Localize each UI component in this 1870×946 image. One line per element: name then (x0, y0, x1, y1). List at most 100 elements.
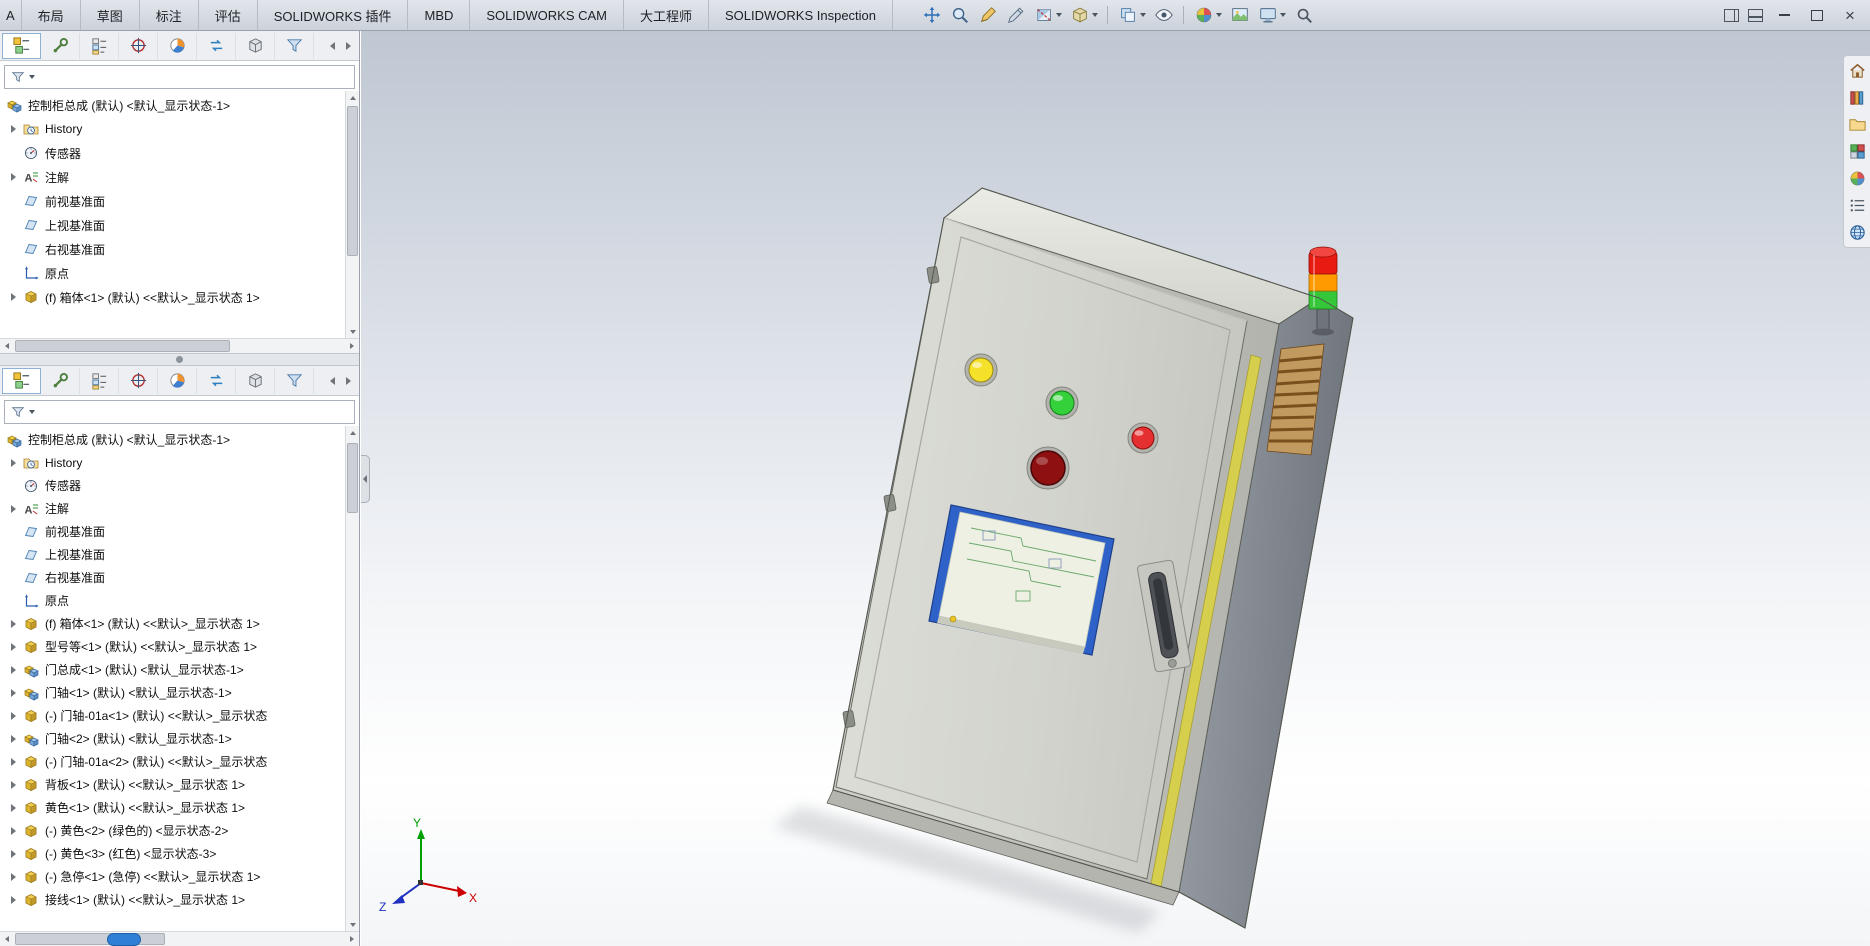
expand-arrow-icon[interactable] (11, 757, 16, 766)
tree-row[interactable]: History (0, 451, 345, 474)
panel-tab[interactable] (275, 32, 314, 59)
commandmanager-tab[interactable]: SOLIDWORKS 插件 (258, 0, 409, 30)
emergency-stop-button[interactable] (1026, 446, 1070, 490)
toolbar-button[interactable] (1151, 3, 1185, 27)
commandmanager-tab[interactable]: SOLIDWORKS Inspection (709, 0, 894, 30)
expand-arrow-icon[interactable] (11, 125, 16, 133)
toolbar-button[interactable] (1291, 3, 1317, 27)
tree-row[interactable]: History (0, 117, 345, 141)
task-pane-tab[interactable] (1848, 169, 1867, 188)
toolbar-button[interactable] (1191, 3, 1225, 27)
tree-row[interactable]: 门轴<2> (默认) <默认_显示状态-1> (0, 727, 345, 750)
expand-arrow-icon[interactable] (11, 849, 16, 858)
panel-tab[interactable] (80, 367, 119, 394)
tab-scroll-right-icon[interactable] (341, 372, 355, 390)
close-button[interactable] (1835, 3, 1865, 27)
panel-tab[interactable] (119, 32, 158, 59)
dropdown-caret-icon[interactable] (1056, 13, 1063, 17)
panel-tab[interactable] (197, 367, 236, 394)
scroll-thumb[interactable] (347, 106, 358, 256)
task-pane-tab[interactable] (1848, 115, 1867, 134)
horizontal-scrollbar[interactable] (0, 931, 359, 946)
tree-row[interactable]: 右视基准面 (0, 237, 345, 261)
tree-row[interactable]: 接线<1> (默认) <<默认>_显示状态 1> (0, 888, 345, 911)
panel-tab[interactable] (2, 367, 41, 394)
scroll-down-icon[interactable] (346, 918, 359, 931)
task-pane-tab[interactable] (1848, 196, 1867, 215)
tab-scroll-left-icon[interactable] (325, 372, 339, 390)
pane-split-icon[interactable] (1748, 8, 1763, 22)
expand-arrow-icon[interactable] (11, 734, 16, 743)
toolbar-button[interactable] (1115, 3, 1149, 27)
expand-arrow-icon[interactable] (11, 619, 16, 628)
scroll-right-icon[interactable] (345, 339, 359, 353)
scroll-left-icon[interactable] (0, 339, 14, 353)
panel-tab[interactable] (275, 367, 314, 394)
expand-arrow-icon[interactable] (11, 642, 16, 651)
tree-row[interactable]: A 注解 (0, 497, 345, 520)
scroll-up-icon[interactable] (346, 426, 359, 439)
toolbar-button[interactable] (1227, 3, 1253, 27)
expand-arrow-icon[interactable] (11, 780, 16, 789)
tree-row[interactable]: 右视基准面 (0, 566, 345, 589)
scroll-indicator[interactable] (107, 933, 141, 946)
toolbar-button[interactable] (947, 3, 973, 27)
expand-arrow-icon[interactable] (11, 872, 16, 881)
toolbar-button[interactable] (1031, 3, 1065, 27)
task-pane-tab[interactable] (1848, 223, 1867, 242)
dropdown-caret-icon[interactable] (1140, 13, 1147, 17)
expand-arrow-icon[interactable] (11, 504, 16, 513)
tree-row[interactable]: (-) 门轴-01a<1> (默认) <<默认>_显示状态 (0, 704, 345, 727)
scroll-thumb[interactable] (15, 340, 230, 352)
graphics-area[interactable]: Y X Z (361, 31, 1870, 946)
panel-tab[interactable] (158, 367, 197, 394)
button-green[interactable] (1045, 386, 1079, 420)
scroll-left-icon[interactable] (0, 932, 14, 946)
panel-tab[interactable] (158, 32, 197, 59)
panel-tab[interactable] (80, 32, 119, 59)
tree-row[interactable]: 前视基准面 (0, 520, 345, 543)
toolbar-button[interactable] (975, 3, 1001, 27)
task-pane-tab[interactable] (1848, 88, 1867, 107)
pane-layout-icon[interactable] (1724, 8, 1739, 22)
toolbar-button[interactable] (1003, 3, 1029, 27)
scroll-up-icon[interactable] (346, 91, 359, 104)
tree-row[interactable]: (-) 门轴-01a<2> (默认) <<默认>_显示状态 (0, 750, 345, 773)
dropdown-caret-icon[interactable] (1280, 13, 1287, 17)
vertical-scrollbar[interactable] (345, 91, 359, 338)
tree-row[interactable]: 背板<1> (默认) <<默认>_显示状态 1> (0, 773, 345, 796)
expand-arrow-icon[interactable] (11, 711, 16, 720)
minimize-button[interactable] (1769, 3, 1799, 27)
toolbar-button[interactable] (1067, 3, 1109, 27)
tree-row[interactable]: (-) 急停<1> (急停) <<默认>_显示状态 1> (0, 865, 345, 888)
button-yellow[interactable] (964, 353, 998, 387)
toolbar-button[interactable] (1255, 3, 1289, 27)
expand-arrow-icon[interactable] (11, 173, 16, 181)
panel-splitter[interactable] (0, 353, 359, 366)
tree-row[interactable]: 原点 (0, 261, 345, 285)
panel-tab[interactable] (41, 367, 80, 394)
expand-arrow-icon[interactable] (11, 895, 16, 904)
tree-row[interactable]: 黄色<1> (默认) <<默认>_显示状态 1> (0, 796, 345, 819)
tree-row[interactable]: (f) 箱体<1> (默认) <<默认>_显示状态 1> (0, 285, 345, 309)
commandmanager-tab[interactable]: SOLIDWORKS CAM (470, 0, 624, 30)
tree-row[interactable]: 控制柜总成 (默认) <默认_显示状态-1> (0, 93, 345, 117)
expand-arrow-icon[interactable] (11, 665, 16, 674)
panel-tab[interactable] (119, 367, 158, 394)
commandmanager-tab[interactable]: 草图 (81, 0, 140, 30)
vertical-scrollbar[interactable] (345, 426, 359, 931)
scroll-thumb[interactable] (347, 443, 358, 513)
tree-row[interactable]: (f) 箱体<1> (默认) <<默认>_显示状态 1> (0, 612, 345, 635)
tree-row[interactable]: 门轴<1> (默认) <默认_显示状态-1> (0, 681, 345, 704)
tree-row[interactable]: 门总成<1> (默认) <默认_显示状态-1> (0, 658, 345, 681)
tree-row[interactable]: 传感器 (0, 141, 345, 165)
scroll-thumb[interactable] (15, 933, 165, 945)
tab-scroll-left-icon[interactable] (325, 37, 339, 55)
commandmanager-tab[interactable]: 布局 (22, 0, 81, 30)
button-red[interactable] (1127, 422, 1159, 454)
restore-button[interactable] (1802, 3, 1832, 27)
tree-filter[interactable] (4, 400, 355, 424)
tree-filter[interactable] (4, 65, 355, 89)
tab-scroll-right-icon[interactable] (341, 37, 355, 55)
horizontal-scrollbar[interactable] (0, 338, 359, 353)
